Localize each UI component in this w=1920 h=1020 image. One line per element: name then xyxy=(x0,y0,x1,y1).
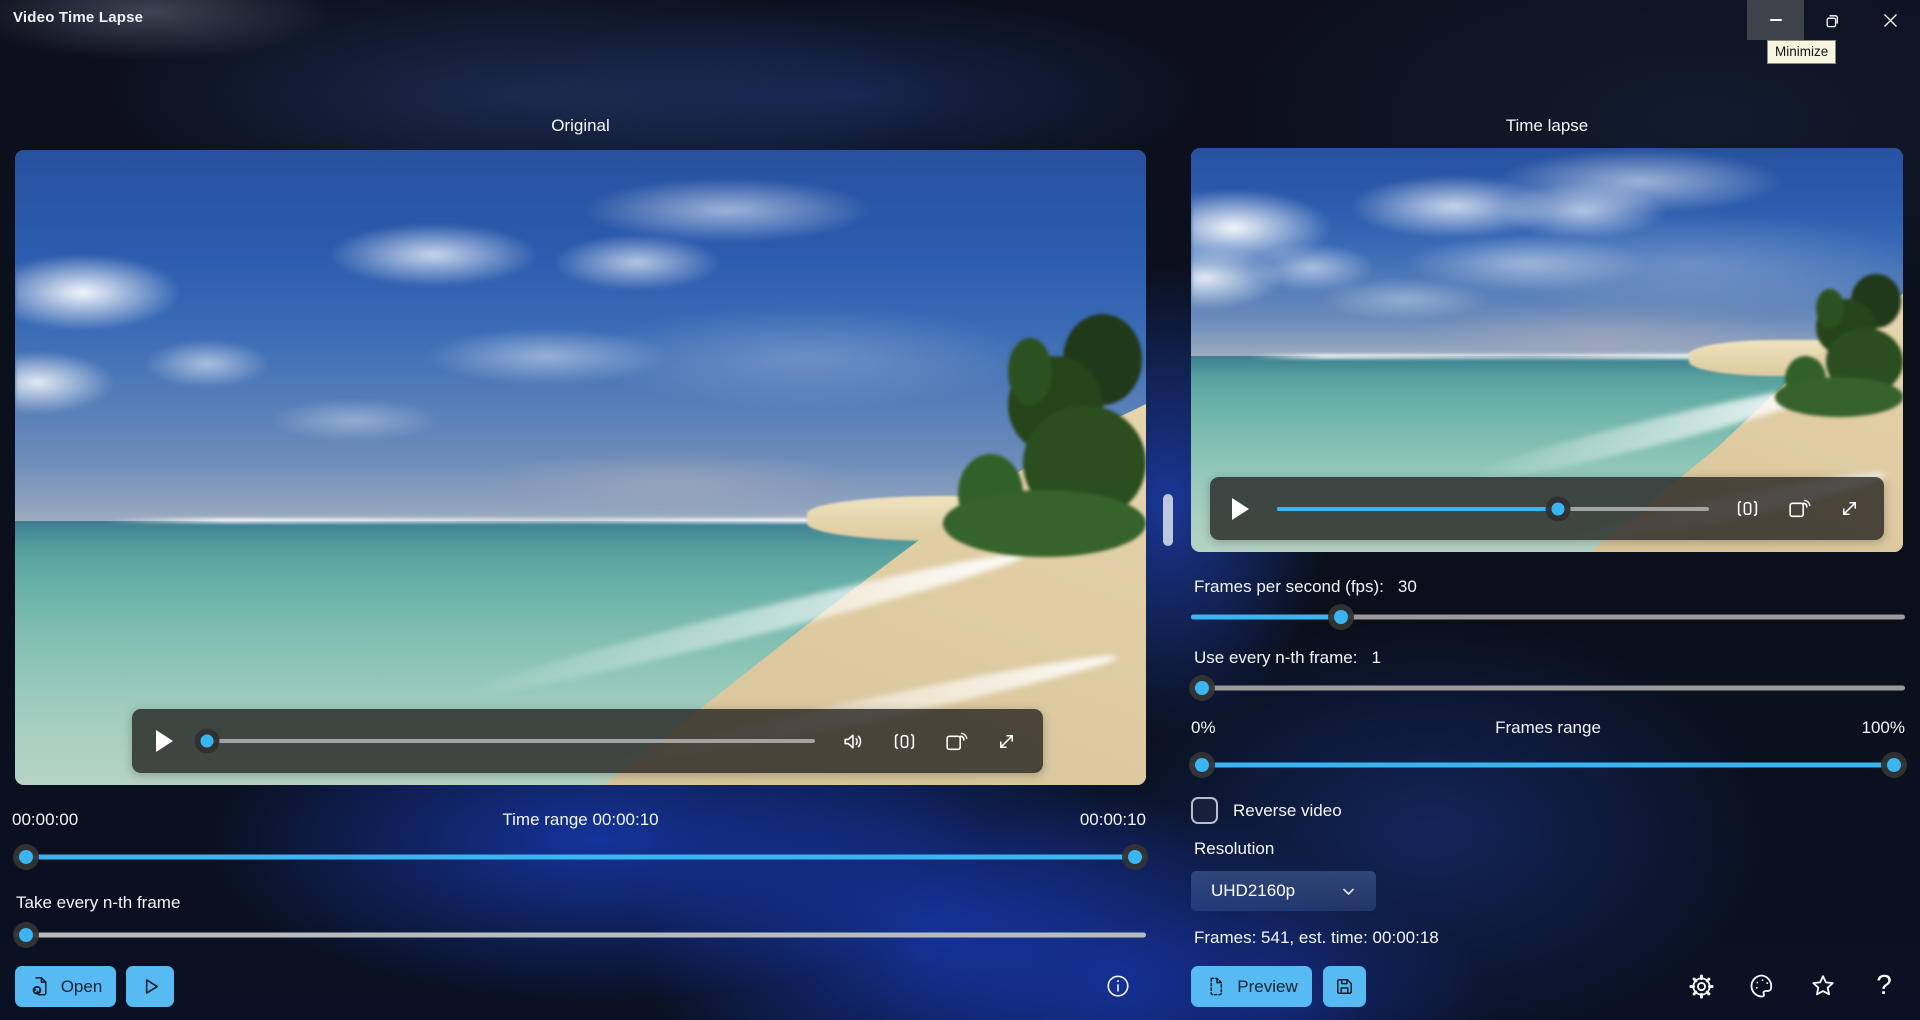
restore-button[interactable] xyxy=(1804,0,1861,40)
palm-trees xyxy=(784,277,1146,582)
resolution-value: UHD2160p xyxy=(1211,881,1296,900)
fps-thumb[interactable] xyxy=(1333,610,1348,624)
use-nth-label: Use every n-th frame: 1 xyxy=(1194,648,1381,667)
open-button[interactable]: Open xyxy=(15,966,116,1007)
seek-slider[interactable] xyxy=(200,734,815,748)
reverse-video-checkbox[interactable] xyxy=(1191,797,1218,824)
play-icon[interactable] xyxy=(1232,497,1249,520)
close-button[interactable] xyxy=(1861,0,1920,40)
seek-thumb[interactable] xyxy=(1551,502,1565,515)
settings-gear-icon[interactable] xyxy=(1688,973,1715,1000)
frames-range-start-thumb[interactable] xyxy=(1194,758,1209,772)
time-range-start-thumb[interactable] xyxy=(19,850,34,864)
frames-range-slider[interactable] xyxy=(1191,752,1905,778)
original-player-controls xyxy=(132,709,1043,773)
resolution-dropdown[interactable]: UHD2160p xyxy=(1191,871,1376,911)
time-end-label: 00:00:10 xyxy=(1079,810,1146,829)
rotate-screen-icon[interactable] xyxy=(943,729,968,754)
minimize-icon xyxy=(1769,19,1782,21)
aspect-ratio-icon[interactable] xyxy=(892,729,917,754)
restore-icon xyxy=(1826,14,1838,27)
take-nth-label: Take every n-th frame xyxy=(16,893,181,912)
original-video-frame[interactable] xyxy=(15,150,1146,785)
use-nth-value: 1 xyxy=(1371,648,1381,667)
take-nth-slider[interactable] xyxy=(15,922,1146,948)
window-title: Video Time Lapse xyxy=(13,9,144,26)
time-range-end-thumb[interactable] xyxy=(1127,850,1142,864)
chevron-down-icon xyxy=(1343,888,1354,895)
seek-slider[interactable] xyxy=(1277,502,1709,515)
volume-icon[interactable] xyxy=(841,729,866,754)
fps-label: Frames per second (fps): 30 xyxy=(1194,577,1417,596)
open-file-icon xyxy=(32,977,47,996)
fps-value: 30 xyxy=(1397,577,1417,596)
title-bar[interactable]: Video Time Lapse Minimize xyxy=(0,0,1920,64)
timelapse-player-controls xyxy=(1210,477,1884,540)
use-nth-thumb[interactable] xyxy=(1194,681,1209,695)
play-outline-icon xyxy=(145,979,158,994)
app-window: Video Time Lapse Minimize Original Time … xyxy=(0,0,1920,1020)
play-icon[interactable] xyxy=(156,730,173,752)
info-icon[interactable] xyxy=(1105,973,1131,999)
play-original-button[interactable] xyxy=(126,966,174,1007)
rotate-screen-icon[interactable] xyxy=(1786,496,1811,521)
resolution-label: Resolution xyxy=(1194,839,1275,858)
seek-thumb[interactable] xyxy=(200,734,214,748)
fullscreen-icon[interactable] xyxy=(994,729,1019,754)
close-icon xyxy=(1884,13,1897,27)
take-nth-thumb[interactable] xyxy=(19,928,34,942)
use-nth-slider[interactable] xyxy=(1191,675,1905,701)
beach-scene xyxy=(15,150,1146,785)
frames-info-text: Frames: 541, est. time: 00:00:18 xyxy=(1194,928,1439,947)
timelapse-header: Time lapse xyxy=(1505,116,1589,135)
frames-range-max-label: 100% xyxy=(1861,718,1905,737)
open-button-label: Open xyxy=(60,976,103,996)
frames-range-end-thumb[interactable] xyxy=(1887,758,1902,772)
star-icon[interactable] xyxy=(1809,972,1837,1000)
preview-button[interactable]: Preview xyxy=(1191,966,1312,1007)
reverse-video-label: Reverse video xyxy=(1233,801,1342,820)
fullscreen-icon[interactable] xyxy=(1837,496,1862,521)
preview-button-label: Preview xyxy=(1237,976,1298,996)
palm-trees xyxy=(1675,253,1903,431)
fps-slider[interactable] xyxy=(1191,604,1905,630)
save-button[interactable] xyxy=(1323,966,1366,1007)
original-header: Original xyxy=(551,116,610,135)
save-icon xyxy=(1337,979,1352,994)
aspect-ratio-icon[interactable] xyxy=(1735,496,1760,521)
time-range-slider[interactable] xyxy=(15,844,1146,870)
panel-splitter-handle[interactable] xyxy=(1163,494,1173,546)
preview-doc-icon xyxy=(1210,977,1223,996)
theme-palette-icon[interactable] xyxy=(1748,972,1776,1000)
help-icon[interactable]: ? xyxy=(1872,969,1896,1001)
minimize-tooltip: Minimize xyxy=(1767,40,1837,64)
minimize-button[interactable] xyxy=(1747,0,1804,40)
